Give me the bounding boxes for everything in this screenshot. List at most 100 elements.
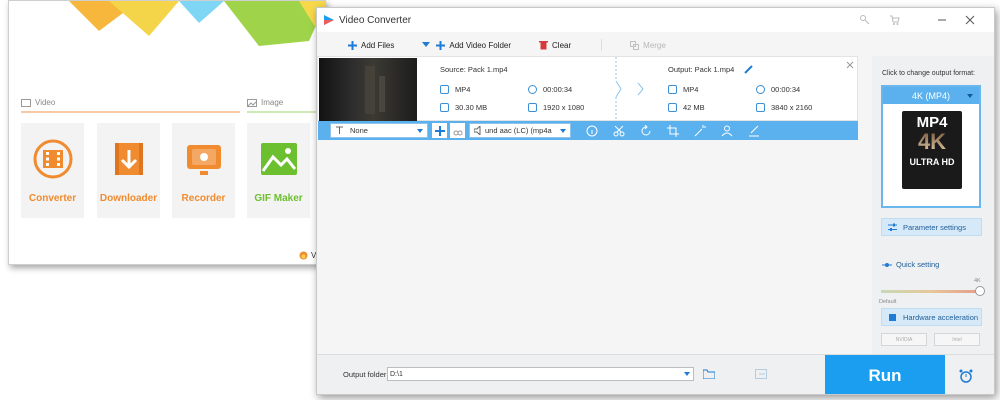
add-files-button[interactable]: Add Files — [348, 40, 394, 50]
minimize-icon[interactable] — [937, 15, 947, 25]
source-resolution: 1920 x 1080 — [528, 103, 584, 112]
chevron-down-icon — [684, 372, 690, 376]
video-icon — [21, 98, 31, 107]
format-icon — [668, 85, 677, 94]
close-icon[interactable] — [965, 15, 975, 25]
toolbar-divider — [601, 39, 603, 51]
converter-tile[interactable]: Converter — [21, 123, 84, 218]
video-converter-window: Video Converter Add Files Add Video Fold… — [316, 7, 995, 395]
quality-slider-knob[interactable] — [975, 286, 985, 296]
title-bar: Video Converter — [317, 8, 994, 32]
chevron-down-icon — [560, 129, 566, 133]
format-icon — [440, 85, 449, 94]
recorder-label: Recorder — [181, 193, 226, 204]
run-button[interactable]: Run — [825, 355, 945, 394]
source-format: MP4 — [440, 85, 470, 94]
slider-max-label: 4K — [974, 278, 981, 284]
folder-icon — [440, 103, 449, 112]
downloader-tile[interactable]: Downloader — [97, 123, 160, 218]
folder-plus-icon — [436, 40, 446, 50]
parameter-settings-button[interactable]: Parameter settings — [881, 218, 982, 236]
footer-partial: V — [299, 251, 316, 260]
scissors-icon[interactable] — [613, 125, 625, 137]
format-name: 4K (MP4) — [883, 87, 979, 104]
speaker-icon — [474, 126, 481, 135]
image-icon — [247, 98, 257, 107]
key-icon[interactable] — [860, 15, 870, 25]
quality-slider-track[interactable] — [881, 290, 981, 293]
intel-chip[interactable]: Intel — [934, 333, 980, 346]
sliders-icon — [888, 223, 897, 231]
add-files-dropdown-icon[interactable] — [422, 42, 431, 48]
output-format-selector[interactable]: 4K (MP4) MP4 4K ULTRA HD — [881, 85, 981, 208]
chip-icon — [889, 313, 896, 321]
audio-track-select[interactable]: und aac (LC) (mp4a — [469, 123, 571, 138]
gif-maker-tile[interactable]: GIF Maker — [247, 123, 310, 218]
video-section-label: Video — [21, 98, 55, 107]
folder-icon — [668, 103, 677, 112]
video-thumbnail[interactable] — [319, 58, 417, 121]
slider-min-label: Default — [879, 299, 897, 305]
hardware-acceleration-button[interactable]: Hardware acceleration — [881, 308, 982, 326]
merge-button[interactable]: Merge — [630, 40, 666, 50]
plus-icon — [348, 40, 357, 50]
clock-icon — [756, 85, 765, 94]
add-subtitle-button[interactable] — [432, 123, 447, 138]
resolution-icon — [756, 103, 765, 112]
source-duration: 00:00:34 — [528, 85, 572, 94]
output-format-panel: Click to change output format: 4K (MP4) … — [872, 56, 994, 354]
nvidia-chip[interactable]: NVIDIA — [881, 333, 927, 346]
source-size: 30.30 MB — [440, 103, 487, 112]
clock-icon — [528, 85, 537, 94]
slider-icon — [882, 262, 892, 267]
downloader-label: Downloader — [99, 193, 158, 204]
output-folder-input[interactable]: D:\1 — [387, 367, 694, 381]
mp4-4k-badge: MP4 4K ULTRA HD — [902, 111, 962, 189]
output-resolution: 3840 x 2160 — [756, 103, 812, 112]
merge-icon — [630, 40, 640, 50]
subtitle-select[interactable]: None — [330, 123, 428, 138]
edit-name-icon[interactable] — [744, 65, 754, 74]
edit-bar: None und aac (LC) (mp4a — [318, 121, 858, 140]
format-caption: Click to change output format: — [882, 70, 975, 77]
quick-setting-label: Quick setting — [882, 260, 939, 269]
info-icon[interactable] — [586, 125, 598, 137]
chevron-down-icon — [967, 94, 973, 98]
alarm-clock-icon[interactable] — [959, 369, 973, 383]
add-video-folder-button[interactable]: Add Video Folder — [436, 40, 511, 50]
output-size: 42 MB — [668, 103, 705, 112]
subtitle-icon — [336, 126, 343, 134]
resolution-icon — [528, 103, 537, 112]
edit-pen-icon[interactable] — [748, 125, 760, 137]
watermark-person-icon[interactable] — [721, 125, 733, 137]
cart-icon[interactable] — [890, 15, 900, 25]
rotate-icon[interactable] — [640, 124, 652, 137]
file-item[interactable]: Source: Pack 1.mp4 MP4 00:00:34 30.30 MB… — [317, 56, 858, 122]
export-icon[interactable] — [755, 369, 767, 379]
subtitle-cc-button[interactable] — [450, 123, 465, 138]
output-duration: 00:00:34 — [756, 85, 800, 94]
crop-icon[interactable] — [667, 124, 679, 137]
chevron-down-icon — [417, 129, 423, 133]
output-format: MP4 — [668, 85, 698, 94]
output-filename: Output: Pack 1.mp4 — [668, 65, 754, 74]
clear-button[interactable]: Clear — [539, 40, 571, 50]
remove-file-icon[interactable] — [846, 61, 854, 69]
effects-wand-icon[interactable] — [694, 124, 706, 137]
plus-icon — [434, 125, 445, 136]
downloader-icon — [114, 143, 143, 175]
converter-label: Converter — [28, 193, 77, 204]
app-logo-icon — [324, 15, 334, 25]
video-section-divider — [21, 111, 240, 113]
image-section-divider — [247, 111, 325, 113]
open-folder-icon[interactable] — [703, 369, 715, 379]
source-filename: Source: Pack 1.mp4 — [440, 65, 508, 74]
bottom-bar: Output folder: D:\1 Run — [317, 354, 994, 394]
cc-icon — [453, 130, 462, 135]
gif-maker-icon — [260, 143, 297, 175]
output-folder-label: Output folder: — [343, 370, 389, 379]
recorder-tile[interactable]: Recorder — [172, 123, 235, 218]
window-title: Video Converter — [339, 14, 412, 26]
image-section-label: Image — [247, 98, 283, 107]
recorder-icon — [186, 145, 221, 175]
